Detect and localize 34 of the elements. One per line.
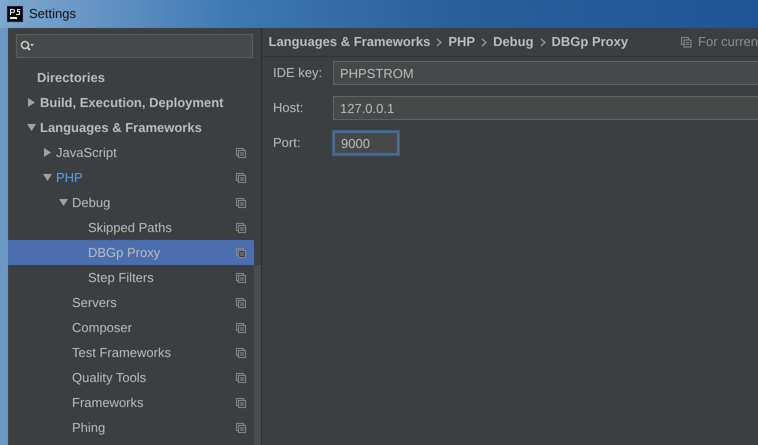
scope-label: For curren bbox=[698, 33, 758, 52]
tree-item[interactable]: JavaScript bbox=[8, 140, 254, 166]
tree-item[interactable]: Debug bbox=[8, 190, 254, 216]
tree-item[interactable]: Quality Tools bbox=[8, 365, 254, 390]
tree-item[interactable]: PHP bbox=[8, 165, 254, 190]
search-field[interactable] bbox=[16, 34, 253, 58]
tree-item[interactable]: Languages & Frameworks bbox=[8, 115, 254, 140]
tree-item[interactable]: Servers bbox=[8, 290, 254, 316]
tree-item[interactable]: Skipped Paths bbox=[8, 215, 254, 240]
tree-item[interactable]: Composer bbox=[8, 315, 254, 340]
tree-item[interactable]: Test Frameworks bbox=[8, 340, 254, 366]
separator-icon bbox=[436, 38, 442, 46]
input-field[interactable]: 127.0.0.1 bbox=[333, 96, 758, 120]
scrollbar[interactable] bbox=[254, 265, 261, 445]
field-label: Host: bbox=[273, 99, 304, 118]
separator-icon bbox=[481, 38, 488, 46]
window-title: Settings bbox=[29, 5, 76, 24]
input-field[interactable]: PHPSTROM bbox=[333, 61, 758, 85]
tree-item[interactable]: Directories bbox=[8, 65, 254, 90]
tree-item[interactable]: Phing bbox=[8, 415, 254, 440]
separator-icon bbox=[540, 38, 546, 46]
app-logo-icon bbox=[6, 6, 22, 22]
breadcrumb-item: Debug bbox=[493, 33, 534, 52]
breadcrumb-item: PHP bbox=[448, 33, 476, 52]
tree-item[interactable]: Build, Execution, Deployment bbox=[8, 90, 254, 116]
tree-item[interactable]: Step Filters bbox=[8, 265, 254, 290]
field-label: Port: bbox=[273, 134, 302, 152]
breadcrumb-item: Languages & Frameworks bbox=[268, 33, 430, 52]
field-label: IDE key: bbox=[273, 64, 324, 82]
breadcrumb-item: DBGp Proxy bbox=[552, 33, 628, 52]
input-field[interactable]: 9000 bbox=[333, 131, 399, 155]
copy-icon bbox=[681, 36, 692, 48]
tree-item[interactable]: Frameworks bbox=[8, 390, 254, 416]
search-icon bbox=[20, 40, 34, 52]
